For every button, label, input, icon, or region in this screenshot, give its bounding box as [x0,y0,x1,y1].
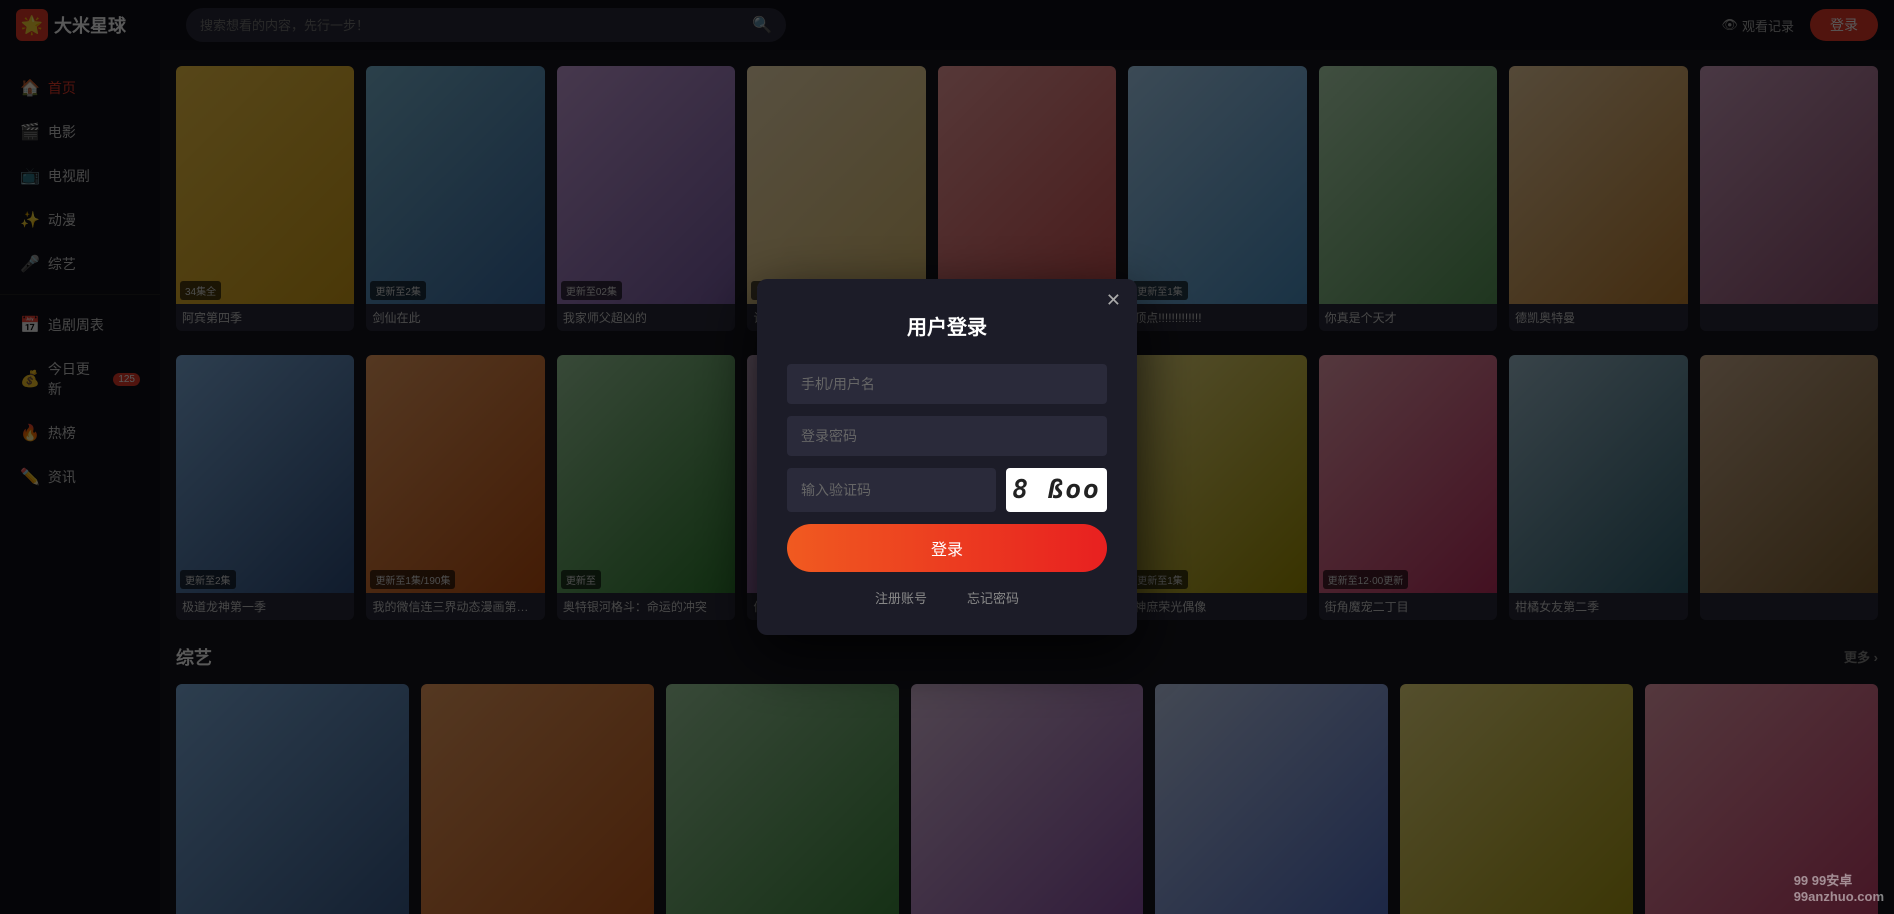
forgot-password-link[interactable]: 忘记密码 [967,588,1019,607]
modal-close-button[interactable]: ✕ [1106,291,1121,309]
login-modal: ✕ 用户登录 8 ßoo 登录 注册账号 忘记密码 [757,279,1137,635]
login-overlay: ✕ 用户登录 8 ßoo 登录 注册账号 忘记密码 [0,0,1894,914]
username-input[interactable] [787,364,1107,404]
captcha-row: 8 ßoo [787,468,1107,512]
captcha-image[interactable]: 8 ßoo [1006,468,1107,512]
captcha-input[interactable] [787,468,996,512]
modal-title: 用户登录 [787,311,1107,340]
watermark: 99 99安卓 99anzhuo.com [1794,870,1884,904]
watermark-url: 99anzhuo.com [1794,889,1884,904]
watermark-brand: 99安卓 [1812,873,1852,888]
register-link[interactable]: 注册账号 [875,588,927,607]
watermark-number: 99 [1794,873,1808,888]
modal-footer: 注册账号 忘记密码 [787,588,1107,607]
password-input[interactable] [787,416,1107,456]
login-submit-button[interactable]: 登录 [787,524,1107,572]
